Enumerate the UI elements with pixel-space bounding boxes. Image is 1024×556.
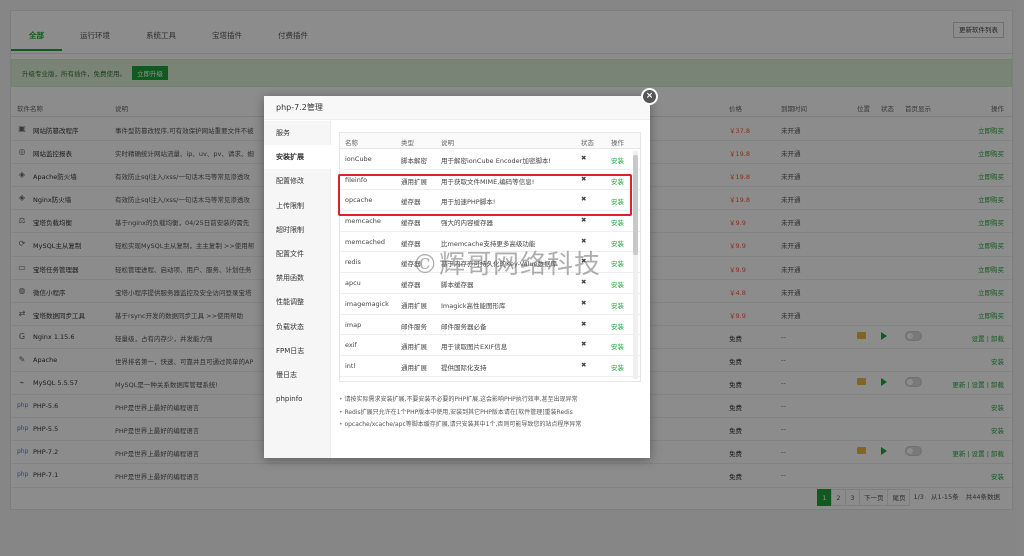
- not-installed-icon: ✖: [581, 340, 587, 349]
- not-installed-icon: ✖: [581, 319, 587, 328]
- install-button[interactable]: 安装: [611, 341, 624, 351]
- extension-desc: 强大的内容缓存器: [441, 219, 493, 228]
- install-button[interactable]: 安装: [611, 217, 624, 227]
- close-icon[interactable]: ×: [641, 88, 658, 105]
- ext-col-type: 类型: [401, 139, 414, 147]
- not-installed-icon: ✖: [581, 216, 587, 225]
- extension-row: ionCube 脚本解密 用于解密ionCube Encoder加密脚本! ✖ 安装: [340, 149, 640, 170]
- extension-row: imagemagick 通用扩展 Imagick高性能图形库 ✖ 安装: [340, 294, 640, 315]
- install-button[interactable]: 安装: [611, 321, 624, 331]
- sidebar-item-7[interactable]: 性能调整: [264, 290, 330, 314]
- note-item: 请按实际需求安装扩展,不要安装不必要的PHP扩展,这会影响PHP执行效率,甚至出…: [339, 394, 644, 407]
- extension-desc: 用于解密ionCube Encoder加密脚本!: [441, 157, 551, 165]
- note-item: Redis扩展只允许在1个PHP版本中使用,安装到其它PHP版本请在[软件管理]…: [339, 407, 644, 420]
- sidebar-item-6[interactable]: 禁用函数: [264, 266, 330, 290]
- sidebar-item-3[interactable]: 上传限制: [264, 194, 330, 218]
- sidebar-item-4[interactable]: 超时限制: [264, 218, 330, 242]
- extension-name: ionCube: [345, 155, 372, 163]
- extension-type: 通用扩展: [401, 301, 427, 310]
- extension-type: 缓存器: [401, 219, 421, 228]
- extension-desc: 邮件服务器必备: [441, 322, 487, 331]
- extension-name: imagemagick: [345, 299, 389, 308]
- ext-col-name: 名称: [345, 139, 358, 147]
- extension-name: memcached: [345, 237, 386, 246]
- ext-col-desc: 说明: [441, 139, 454, 147]
- sidebar-item-0[interactable]: 服务: [264, 121, 330, 145]
- dialog-sidebar: 服务 安装扩展 配置修改 上传限制 超时限制 配置文件 禁用函数 性能调整 负载状态 FPM日志慢…: [264, 121, 331, 458]
- install-button[interactable]: 安装: [611, 279, 624, 289]
- extension-desc: 提供国际化支持: [441, 363, 487, 372]
- not-installed-icon: ✖: [581, 298, 587, 307]
- sidebar-item-10[interactable]: 慢日志: [264, 363, 330, 387]
- extension-name: apcu: [345, 279, 361, 288]
- not-installed-icon: ✖: [581, 154, 587, 162]
- extension-type: 脚本解密: [401, 157, 427, 165]
- install-button[interactable]: 安装: [611, 258, 624, 268]
- sidebar-item-1[interactable]: 安装扩展: [264, 145, 331, 170]
- extension-name: exif: [345, 341, 357, 350]
- extension-table-header: 名称 类型 说明 状态 操作: [340, 133, 640, 149]
- note-item: opcache/xcache/apc等脚本缓存扩展,请只安装其中1个,否则可能导…: [339, 419, 644, 432]
- sidebar-item-2[interactable]: 配置修改: [264, 169, 330, 193]
- install-button[interactable]: 安装: [611, 362, 624, 372]
- extension-scrollbar[interactable]: [633, 151, 638, 379]
- ext-col-status: 状态: [581, 139, 594, 147]
- extension-type: 通用扩展: [401, 363, 427, 372]
- sidebar-item-9[interactable]: FPM日志: [264, 339, 330, 363]
- extension-row: exif 通用扩展 用于读取图片EXIF信息 ✖ 安装: [340, 335, 640, 356]
- extension-row: imap 邮件服务 邮件服务器必备 ✖ 安装: [340, 315, 640, 336]
- watermark: ©辉哥网络科技: [412, 250, 602, 280]
- install-button[interactable]: 安装: [611, 300, 624, 310]
- extension-desc: Imagick高性能图形库: [441, 301, 506, 310]
- dialog-title: php-7.2管理: [264, 96, 650, 120]
- dialog-notes: 请按实际需求安装扩展,不要安装不必要的PHP扩展,这会影响PHP执行效率,甚至出…: [339, 394, 644, 432]
- scrollbar-thumb[interactable]: [633, 155, 638, 255]
- extension-name: memcache: [345, 217, 381, 226]
- extension-name: redis: [345, 258, 361, 267]
- extension-name: imap: [345, 320, 362, 329]
- install-button[interactable]: 安装: [611, 238, 624, 248]
- extension-type: 通用扩展: [401, 343, 427, 352]
- install-button[interactable]: 安装: [611, 155, 624, 165]
- not-installed-icon: ✖: [581, 360, 587, 369]
- red-highlight-box: [338, 174, 632, 216]
- ext-col-op: 操作: [611, 139, 624, 147]
- extension-name: intl: [345, 361, 356, 370]
- extension-row: intl 通用扩展 提供国际化支持 ✖ 安装: [340, 356, 640, 377]
- sidebar-item-8[interactable]: 负载状态: [264, 315, 330, 339]
- extension-type: 邮件服务: [401, 322, 427, 331]
- sidebar-item-11[interactable]: phpinfo: [264, 387, 330, 411]
- sidebar-item-5[interactable]: 配置文件: [264, 242, 330, 266]
- extension-desc: 用于读取图片EXIF信息: [441, 343, 508, 352]
